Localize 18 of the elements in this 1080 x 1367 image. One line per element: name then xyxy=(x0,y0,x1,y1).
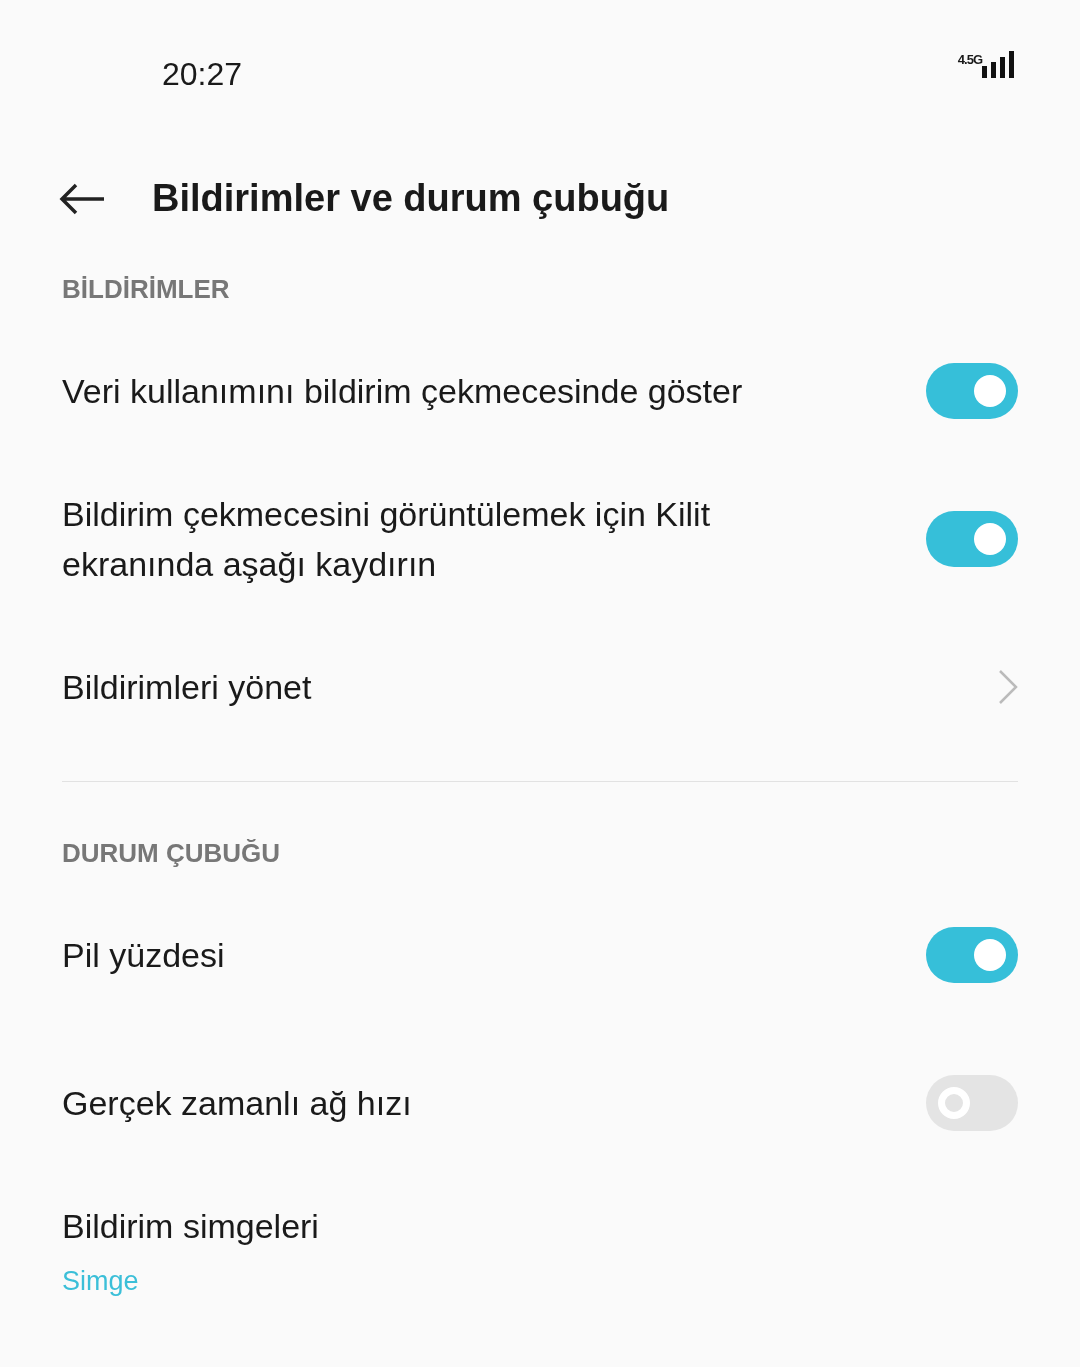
setting-label: Veri kullanımını bildirim çekmecesinde göster xyxy=(62,371,743,412)
clock-time: 20:27 xyxy=(162,55,243,94)
section-header: BİLDİRİMLER xyxy=(62,273,231,306)
setting-label: Gerçek zamanlı ağ hızı xyxy=(62,1083,412,1124)
page-title: Bildirimler ve durum çubuğu xyxy=(152,176,670,222)
back-icon[interactable] xyxy=(58,182,106,216)
setting-label: Pil yüzdesi xyxy=(62,935,225,976)
section-header: DURUM ÇUBUĞU xyxy=(62,837,282,870)
toggle-switch[interactable] xyxy=(926,927,1018,983)
setting-label: Bildirim simgeleri xyxy=(62,1205,319,1247)
setting-label: Bildirim çekmecesini görüntülemek için Kilit ekranında aşağı kaydırın xyxy=(62,494,712,585)
toggle-switch[interactable] xyxy=(926,511,1018,567)
network-type: 4.5G xyxy=(957,51,982,69)
toggle-switch[interactable] xyxy=(926,363,1018,419)
chevron-right-icon xyxy=(998,669,1018,705)
toggle-switch[interactable] xyxy=(926,1075,1018,1131)
setting-value[interactable]: Simge xyxy=(62,1260,319,1302)
setting-label: Bildirimleri yönet xyxy=(62,667,312,708)
